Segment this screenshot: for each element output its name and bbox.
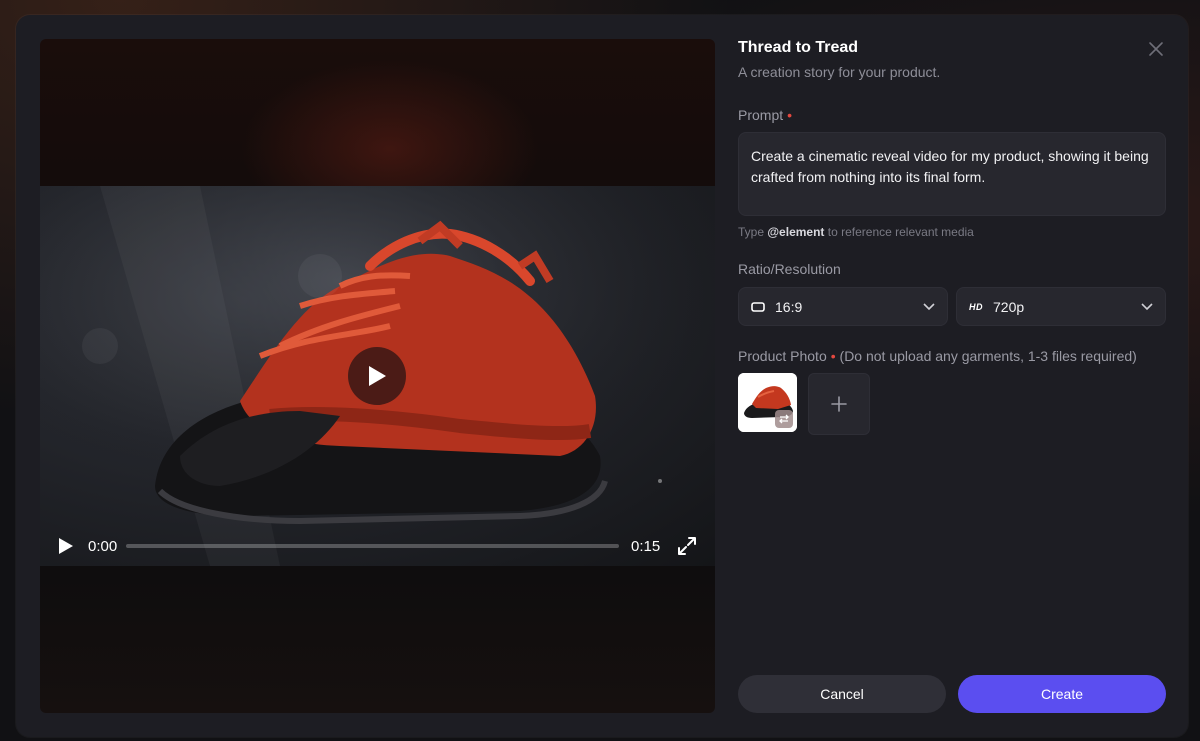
required-mark: •	[830, 348, 836, 364]
create-video-dialog: 0:00 0:15 Thread to Tread A creation sto…	[16, 15, 1188, 737]
hint-prefix: Type	[738, 225, 765, 239]
total-time: 0:15	[631, 537, 661, 555]
ratio-select[interactable]: 16:9	[738, 287, 948, 326]
video-progress-bar[interactable]	[126, 544, 619, 548]
form-panel: Thread to Tread A creation story for you…	[738, 15, 1188, 737]
required-mark: •	[787, 107, 793, 123]
product-photo-note: (Do not upload any garments, 1-3 files r…	[839, 348, 1137, 364]
video-controls: 0:00 0:15	[40, 526, 715, 566]
product-photo-thumbnail[interactable]	[738, 373, 797, 432]
play-icon	[369, 366, 386, 386]
video-frame[interactable]: 0:00 0:15	[40, 186, 715, 566]
create-button[interactable]: Create	[958, 675, 1166, 713]
prompt-label: Prompt •	[738, 107, 792, 123]
hint-suffix: to reference relevant media	[827, 225, 974, 239]
close-button[interactable]	[1146, 39, 1166, 59]
ratio-value: 16:9	[775, 298, 803, 315]
hd-badge: HD	[969, 301, 983, 312]
prompt-textarea[interactable]: Create a cinematic reveal video for my p…	[738, 132, 1166, 216]
aspect-ratio-icon	[751, 301, 767, 312]
video-preview: 0:00 0:15	[40, 39, 715, 713]
resolution-select[interactable]: HD 720p	[956, 287, 1166, 326]
play-button[interactable]	[58, 536, 78, 556]
fullscreen-icon	[678, 537, 696, 555]
dialog-subtitle: A creation story for your product.	[738, 64, 941, 80]
cancel-button[interactable]: Cancel	[738, 675, 946, 713]
prompt-label-text: Prompt	[738, 107, 784, 123]
swap-photo-button[interactable]	[775, 410, 793, 428]
add-photo-button[interactable]	[808, 373, 870, 435]
close-icon	[1149, 42, 1163, 56]
plus-icon	[831, 396, 847, 412]
current-time: 0:00	[88, 537, 118, 555]
dialog-title: Thread to Tread	[738, 39, 859, 56]
swap-icon	[779, 414, 789, 424]
product-photo-label: Product Photo • (Do not upload any garmen…	[738, 348, 1137, 364]
prompt-hint: Type @element to reference relevant medi…	[738, 225, 974, 239]
hint-keyword: @element	[767, 225, 825, 239]
chevron-down-icon	[1141, 302, 1153, 310]
hd-icon: HD	[969, 302, 985, 312]
prompt-text: Create a cinematic reveal video for my p…	[751, 148, 1149, 185]
chevron-down-icon	[923, 302, 935, 310]
ratio-resolution-label: Ratio/Resolution	[738, 261, 841, 277]
fullscreen-button[interactable]	[677, 536, 697, 556]
play-overlay-button[interactable]	[348, 347, 406, 405]
product-photo-label-text: Product Photo	[738, 348, 827, 364]
resolution-value: 720p	[993, 298, 1025, 315]
play-icon	[59, 538, 73, 554]
